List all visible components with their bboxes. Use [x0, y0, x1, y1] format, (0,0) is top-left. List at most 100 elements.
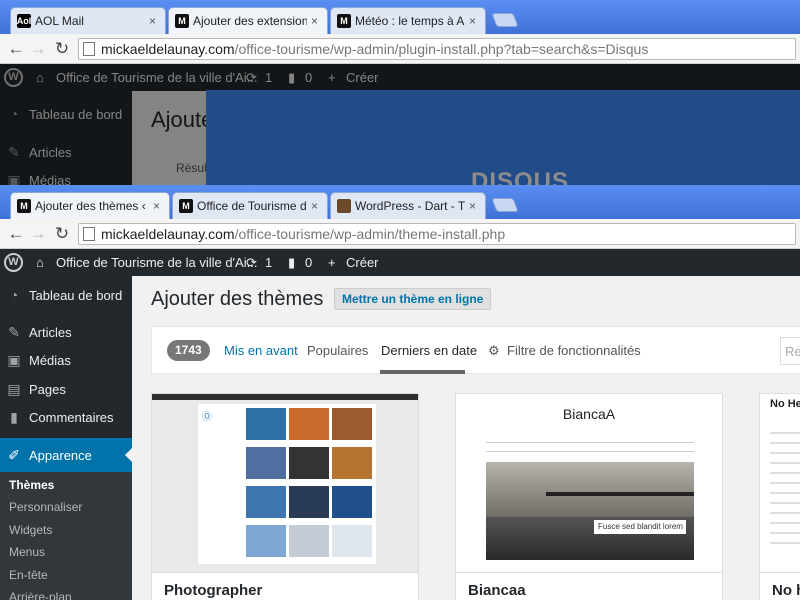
address-bar[interactable]: mickaeldelaunay.com/office-tourisme/wp-a…: [78, 38, 796, 60]
theme-name: Biancaa: [468, 582, 526, 599]
sidebar-item-label: Apparence: [29, 447, 92, 463]
wordpress-m-favicon-icon: M: [179, 199, 193, 213]
reload-icon[interactable]: ↻: [52, 224, 72, 244]
preview-thumb: [246, 525, 286, 557]
wordpress-logo-icon[interactable]: W: [4, 253, 23, 272]
tab-title: Météo : le temps à Aigrefe: [355, 14, 465, 28]
submenu-themes[interactable]: Thèmes: [9, 478, 54, 492]
site-name-link[interactable]: Office de Tourisme de la ville d'Ai...: [56, 249, 257, 276]
theme-card-photographer[interactable]: Ⓞ Photographer: [151, 393, 419, 600]
search-placeholder: Rec: [785, 344, 800, 359]
tab-office-tourisme[interactable]: M Office de Tourisme de la vi ×: [172, 192, 328, 219]
new-content-link[interactable]: Créer: [346, 249, 379, 276]
browser-toolbar: ← → ↻ mickaeldelaunay.com/office-tourism…: [0, 219, 800, 249]
tab-title: Office de Tourisme de la vi: [197, 199, 307, 213]
preview-left-column: [198, 404, 242, 564]
tab-strip: Aol AOL Mail × M Ajouter des extensions …: [0, 0, 800, 34]
preview-thumb: [332, 525, 372, 557]
back-arrow-icon[interactable]: ←: [6, 39, 26, 59]
theme-card-no-header[interactable]: No Hea No h: [759, 393, 800, 600]
sidebar-item-commentaires[interactable]: ▮ Commentaires: [0, 400, 132, 434]
tab-wordpress-dart[interactable]: WordPress - Dart - The Ac ×: [330, 192, 486, 219]
card-divider: [456, 572, 722, 573]
dashboard-icon: ◔: [9, 287, 19, 303]
media-icon: ▣: [7, 351, 21, 368]
sidebar-item-dashboard[interactable]: ◔ Tableau de bord: [0, 278, 132, 312]
submenu-personnaliser[interactable]: Personnaliser: [9, 500, 82, 514]
pin-icon: ✎: [8, 323, 20, 340]
new-tab-button[interactable]: [491, 13, 519, 27]
filter-derniers-en-date[interactable]: Derniers en date: [381, 343, 477, 358]
address-bar[interactable]: mickaeldelaunay.com/office-tourisme/wp-a…: [78, 223, 796, 245]
back-arrow-icon[interactable]: ←: [6, 224, 26, 244]
home-icon[interactable]: ⌂: [36, 249, 44, 276]
close-tab-icon[interactable]: ×: [153, 199, 163, 213]
forward-arrow-icon[interactable]: →: [28, 224, 48, 244]
theme-count-badge: 1743: [167, 340, 210, 361]
preview-pier-photo: Fusce sed blandit lorem: [486, 462, 694, 560]
submenu-arriere-plan[interactable]: Arrière-plan: [9, 590, 72, 600]
wordpress-m-favicon-icon: M: [17, 199, 31, 213]
sidebar-item-apparence[interactable]: ✐ Apparence: [0, 438, 132, 472]
url-path: /office-tourisme/wp-admin/theme-install.…: [234, 226, 506, 242]
gear-icon: ⚙: [488, 343, 500, 358]
preview-thumb: [332, 486, 372, 518]
theme-name: Photographer: [164, 582, 263, 599]
tab-ajouter-themes[interactable]: M Ajouter des thèmes ‹ Offic ×: [10, 192, 170, 219]
submenu-menus[interactable]: Menus: [9, 545, 45, 559]
tab-aol-mail[interactable]: Aol AOL Mail ×: [10, 7, 166, 34]
current-filter-underline: [380, 370, 465, 374]
submenu-widgets[interactable]: Widgets: [9, 523, 52, 537]
url-host: mickaeldelaunay.com: [101, 41, 235, 57]
page-icon: ▤: [7, 380, 21, 397]
filter-populaires[interactable]: Populaires: [307, 343, 368, 358]
tab-title: Ajouter des thèmes ‹ Offic: [35, 199, 149, 213]
close-tab-icon[interactable]: ×: [469, 14, 479, 28]
reload-icon[interactable]: ↻: [52, 39, 72, 59]
new-tab-button[interactable]: [491, 198, 519, 212]
theme-preview-photographer: Ⓞ: [152, 394, 418, 572]
close-tab-icon[interactable]: ×: [311, 199, 321, 213]
updates-icon[interactable]: ⟳: [246, 249, 257, 276]
theme-name: No h: [772, 582, 800, 599]
preview-thumb: [289, 486, 329, 518]
content-area: Ajouter des thèmes Mettre un thème en li…: [132, 276, 800, 600]
feature-filter-link[interactable]: Filtre de fonctionnalités: [507, 343, 641, 358]
preview-heading: No Hea: [770, 398, 800, 410]
browser-window-themes: M Ajouter des thèmes ‹ Offic × M Office …: [0, 185, 800, 600]
plus-icon[interactable]: +: [328, 249, 336, 276]
submenu-en-tete[interactable]: En-tête: [9, 568, 48, 582]
filter-mis-en-avant[interactable]: Mis en avant: [224, 343, 298, 358]
tab-title: WordPress - Dart - The Ac: [355, 199, 465, 213]
theme-filter-bar: 1743 Mis en avant Populaires Derniers en…: [151, 326, 800, 374]
page-icon: [83, 227, 95, 241]
url-path: /office-tourisme/wp-admin/plugin-install…: [234, 41, 649, 57]
tab-meteo[interactable]: M Météo : le temps à Aigrefe ×: [330, 7, 486, 34]
theme-search-input[interactable]: Rec: [780, 337, 800, 365]
preview-logo-text: BiancaA: [562, 406, 616, 422]
theme-preview-biancaa: BiancaA Fusce sed blandit lorem: [456, 394, 722, 572]
close-tab-icon[interactable]: ×: [311, 14, 321, 28]
dart-favicon-icon: [337, 199, 351, 213]
page-title: Ajouter des thèmes: [151, 288, 324, 310]
theme-preview-no-header: No Hea: [760, 394, 800, 572]
tab-title: AOL Mail: [35, 14, 84, 28]
comments-icon[interactable]: ▮: [288, 249, 295, 276]
forward-arrow-icon[interactable]: →: [28, 39, 48, 59]
sidebar-item-label: Médias: [29, 352, 71, 368]
preview-thumb: [246, 447, 286, 479]
preview-thumb: [289, 525, 329, 557]
close-tab-icon[interactable]: ×: [469, 199, 479, 213]
preview-logo-mark: Ⓞ: [202, 412, 212, 423]
tab-ajouter-extensions[interactable]: M Ajouter des extensions ‹ O ×: [168, 7, 328, 34]
paintbrush-icon: ✐: [8, 446, 20, 463]
upload-theme-button[interactable]: Mettre un thème en ligne: [334, 288, 492, 310]
aol-favicon-icon: Aol: [16, 14, 32, 28]
tab-title: Ajouter des extensions ‹ O: [193, 14, 307, 28]
preview-thumb: [289, 408, 329, 440]
pier-deck: [546, 492, 694, 496]
theme-card-biancaa[interactable]: BiancaA Fusce sed blandit lorem Biancaa: [455, 393, 723, 600]
wordpress-m-favicon-icon: M: [175, 14, 189, 28]
close-tab-icon[interactable]: ×: [149, 14, 159, 28]
sidebar: ◔ Tableau de bord ✎ Articles ▣ Médias ▤ Page…: [0, 276, 132, 600]
